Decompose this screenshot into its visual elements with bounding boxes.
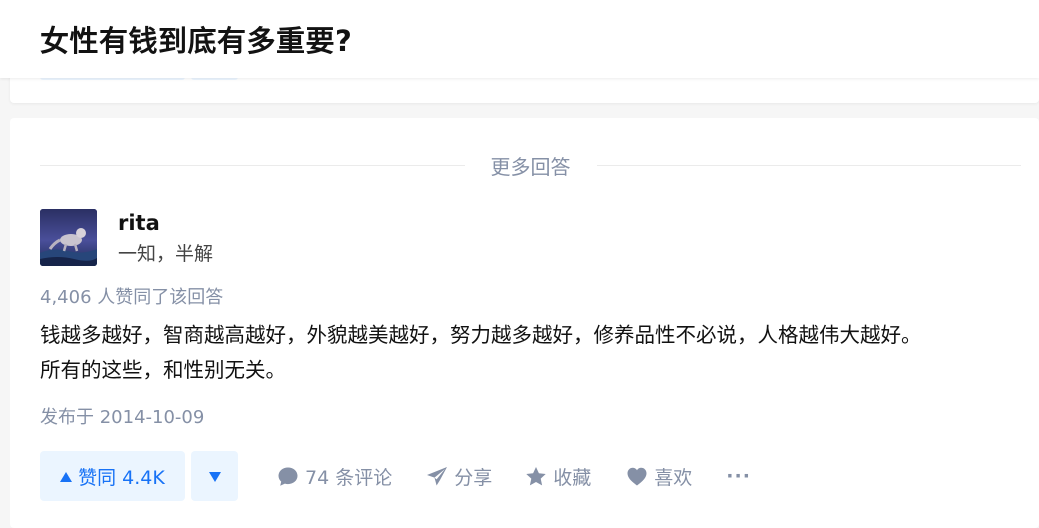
favorite-button[interactable]: 收藏 — [525, 463, 591, 490]
like-button[interactable]: 喜欢 — [626, 463, 692, 490]
comment-bubble-icon — [277, 466, 299, 487]
more-actions-button[interactable]: ··· — [726, 465, 751, 487]
post-time[interactable]: 发布于 2014-10-09 — [40, 406, 204, 430]
ellipsis-icon: ··· — [726, 465, 751, 487]
favorite-label: 收藏 — [553, 466, 592, 489]
comment-label: 74 条评论 — [305, 466, 393, 489]
downvote-button[interactable] — [191, 451, 238, 501]
answer-action-bar: 赞同 4.4K 74 条评论 分享 收藏 喜欢 ··· — [40, 451, 751, 501]
author-meta: rita 一知，半解 — [118, 209, 213, 267]
divider-line-right — [596, 164, 1021, 166]
question-sticky-header: 女性有钱到底有多重要? — [0, 0, 1039, 78]
author-headline: 一知，半解 — [118, 243, 214, 265]
divider-line-left — [40, 164, 465, 166]
vote-summary[interactable]: 4,406 人赞同了该回答 — [40, 286, 223, 310]
star-icon — [525, 466, 547, 487]
answer-card: 更多回答 rita 一知，半解 4,406 人赞同了该回答 钱越多越好，智商越高… — [10, 118, 1039, 528]
like-label: 喜欢 — [654, 466, 693, 489]
author-info: rita 一知，半解 — [40, 209, 213, 267]
share-button[interactable]: 分享 — [426, 463, 492, 490]
more-answers-label: 更多回答 — [490, 154, 571, 179]
share-label: 分享 — [454, 466, 493, 489]
author-name[interactable]: rita — [118, 209, 213, 237]
triangle-down-icon — [208, 467, 221, 486]
heart-icon — [626, 466, 648, 487]
upvote-button[interactable]: 赞同 4.4K — [40, 451, 185, 501]
comment-button[interactable]: 74 条评论 — [277, 463, 392, 490]
answer-paragraph: 钱越多越好，智商越高越好，外貌越美越好，努力越多越好，修养品性不必说，人格越伟大… — [40, 323, 922, 347]
answer-content[interactable]: 钱越多越好，智商越高越好，外貌越美越好，努力越多越好，修养品性不必说，人格越伟大… — [40, 318, 1030, 388]
upvote-label: 赞同 4.4K — [78, 466, 165, 489]
author-avatar[interactable] — [40, 209, 97, 266]
paper-plane-icon — [426, 466, 448, 487]
triangle-up-icon — [60, 465, 73, 487]
answer-paragraph: 所有的这些，和性别无关。 — [40, 358, 286, 382]
question-title[interactable]: 女性有钱到底有多重要? — [40, 20, 352, 62]
more-answers-divider: 更多回答 — [40, 148, 1021, 182]
